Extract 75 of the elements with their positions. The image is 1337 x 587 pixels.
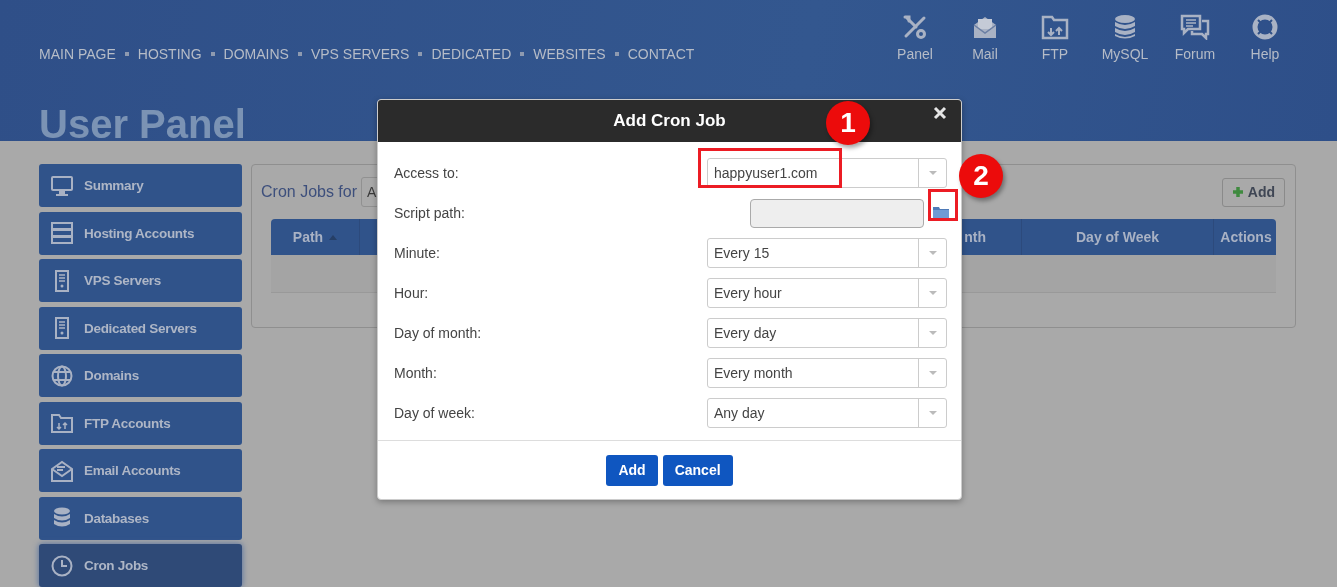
nav-link[interactable]: DEDICATED <box>431 46 512 62</box>
mail-icon <box>50 459 73 482</box>
close-icon <box>933 106 947 120</box>
shortcut-link[interactable]: MySQL <box>1090 14 1160 62</box>
database-icon <box>1114 14 1136 40</box>
column-header[interactable]: Actions <box>1214 219 1278 255</box>
nav-link[interactable]: CONTACT <box>627 46 695 62</box>
sidebar-item[interactable]: Domains <box>39 354 242 397</box>
sidebar-item[interactable]: Email Accounts <box>39 449 242 492</box>
folder-icon <box>50 412 73 434</box>
field-label: Day of week: <box>394 405 475 421</box>
field-label: Month: <box>394 365 437 381</box>
page-title: User Panel <box>39 101 246 148</box>
select-field[interactable]: happyuser1.com <box>707 158 947 188</box>
nav-link[interactable]: VPS SERVERS <box>310 46 410 62</box>
sidebar-item[interactable]: Cron Jobs <box>39 544 242 587</box>
field-label: Script path: <box>394 205 465 221</box>
add-button[interactable]: Add <box>1221 177 1285 207</box>
shortcut-link[interactable]: Mail <box>950 14 1020 62</box>
field-label: Minute: <box>394 245 440 261</box>
nav-link[interactable]: MAIN PAGE <box>39 46 116 62</box>
panel-title: Cron Jobs for <box>261 183 358 201</box>
mail-icon <box>972 14 998 40</box>
select-field[interactable]: Every month <box>707 358 947 388</box>
caret-icon <box>928 411 937 415</box>
caret-icon <box>928 171 937 175</box>
separator-icon <box>418 52 423 56</box>
monitor-icon <box>50 175 73 196</box>
caret-icon <box>928 291 937 295</box>
select-field[interactable]: Every 15 <box>707 238 947 268</box>
highlight-overlay <box>928 189 958 221</box>
tools-icon <box>902 14 928 40</box>
caret-icon <box>928 371 937 375</box>
server-tower-icon <box>52 317 71 339</box>
separator-icon <box>124 52 129 56</box>
sidebar-item[interactable]: FTP Accounts <box>39 401 242 445</box>
shortcut-link[interactable]: Forum <box>1160 14 1230 62</box>
field-label: Hour: <box>394 285 429 301</box>
lifebuoy-icon <box>1252 14 1278 40</box>
step-badge: 2 <box>959 154 1003 198</box>
path-field[interactable] <box>750 198 924 228</box>
caret-icon <box>928 331 937 335</box>
server-tower-icon <box>52 269 71 292</box>
plus-icon <box>1231 186 1244 198</box>
separator-icon <box>614 52 619 56</box>
shortcut-link[interactable]: Help <box>1230 14 1300 62</box>
sidebar-item[interactable]: Hosting Accounts <box>39 211 242 255</box>
select-field[interactable]: Any day <box>707 398 947 428</box>
globe-icon <box>50 364 73 387</box>
close-button[interactable] <box>931 104 949 122</box>
shortcut-link[interactable]: FTP <box>1020 14 1090 62</box>
nav-link[interactable]: DOMAINS <box>223 46 289 62</box>
folder-icon <box>1041 14 1069 40</box>
server-stack-icon <box>50 222 73 244</box>
sidebar-item[interactable]: Databases <box>39 496 242 540</box>
database-icon <box>52 507 71 529</box>
dialog-button[interactable]: Cancel <box>662 454 733 486</box>
separator-icon <box>297 52 302 56</box>
dialog-title: Add Cron Job <box>613 111 726 131</box>
select-field[interactable]: Every day <box>707 318 947 348</box>
sidebar-item[interactable]: VPS Servers <box>39 259 242 302</box>
sidebar-item[interactable]: Summary <box>39 164 242 207</box>
sort-icon <box>329 234 338 240</box>
separator-icon <box>520 52 525 56</box>
nav-link[interactable]: WEBSITES <box>533 46 606 62</box>
field-label: Access to: <box>394 165 459 181</box>
sidebar-item[interactable]: Dedicated Servers <box>39 306 242 350</box>
nav-link[interactable]: HOSTING <box>137 46 202 62</box>
shortcut-link[interactable]: Panel <box>880 14 950 62</box>
chat-icon <box>1180 14 1210 40</box>
select-field[interactable]: Every hour <box>707 278 947 308</box>
separator-icon <box>210 52 215 56</box>
dialog-button[interactable]: Add <box>606 454 658 486</box>
clock-icon <box>50 554 73 577</box>
field-label: Day of month: <box>394 325 482 341</box>
